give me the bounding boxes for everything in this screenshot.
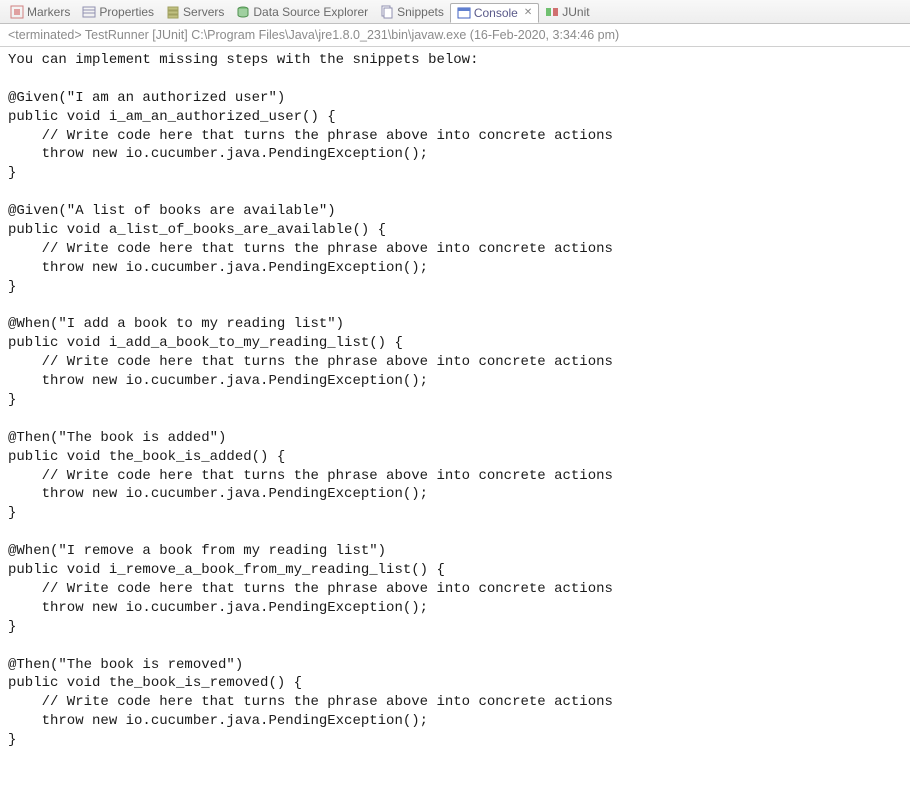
- console-output: You can implement missing steps with the…: [0, 47, 910, 754]
- data-source-icon: [236, 5, 250, 19]
- tab-properties[interactable]: Properties: [76, 3, 160, 21]
- close-icon[interactable]: ✕: [524, 7, 532, 18]
- tab-label: Properties: [99, 5, 154, 19]
- junit-icon: [545, 5, 559, 19]
- tab-label: Markers: [27, 5, 70, 19]
- markers-icon: [10, 5, 24, 19]
- tab-label: Servers: [183, 5, 224, 19]
- tab-snippets[interactable]: Snippets: [374, 3, 450, 21]
- view-tab-bar: Markers Properties Servers: [0, 0, 910, 24]
- tab-label: JUnit: [562, 5, 589, 19]
- tab-data-source-explorer[interactable]: Data Source Explorer: [230, 3, 374, 21]
- tab-label: Data Source Explorer: [253, 5, 368, 19]
- tab-label: Snippets: [397, 5, 444, 19]
- tab-junit[interactable]: JUnit: [539, 3, 595, 21]
- tab-markers[interactable]: Markers: [4, 3, 76, 21]
- console-icon: [457, 6, 471, 20]
- console-status-line: <terminated> TestRunner [JUnit] C:\Progr…: [0, 24, 910, 47]
- properties-icon: [82, 5, 96, 19]
- servers-icon: [166, 5, 180, 19]
- snippets-icon: [380, 5, 394, 19]
- tab-console[interactable]: Console ✕: [450, 3, 539, 23]
- tab-label: Console: [474, 6, 518, 20]
- tab-servers[interactable]: Servers: [160, 3, 230, 21]
